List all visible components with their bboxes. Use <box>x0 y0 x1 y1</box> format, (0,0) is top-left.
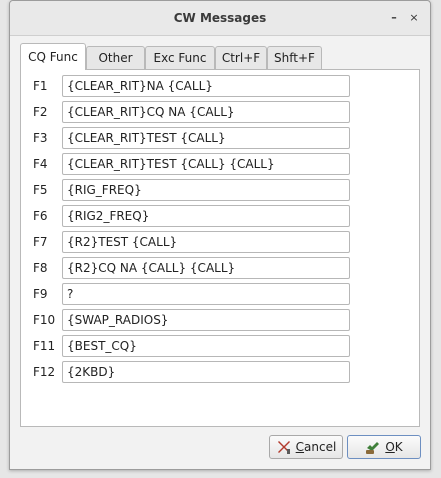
function-key-label: F4 <box>33 157 48 171</box>
title-bar: CW Messages – × <box>10 1 430 36</box>
message-row-f10: F10 {SWAP_RADIOS} <box>33 309 373 331</box>
message-row-f5: F5 {RIG_FREQ} <box>33 179 373 201</box>
function-key-label: F11 <box>33 339 56 353</box>
message-row-f8: F8 {R2}CQ NA {CALL} {CALL} <box>33 257 373 279</box>
cw-messages-window: CW Messages – × CQ Func Other Exc Func C… <box>9 0 431 470</box>
function-key-label: F6 <box>33 209 48 223</box>
ok-label: OK <box>385 440 403 454</box>
close-button[interactable]: × <box>406 10 422 26</box>
message-field-f5[interactable]: {RIG_FREQ} <box>62 179 350 201</box>
message-row-f6: F6 {RIG2_FREQ} <box>33 205 373 227</box>
message-field-f7[interactable]: {R2}TEST {CALL} <box>62 231 350 253</box>
message-field-f8[interactable]: {R2}CQ NA {CALL} {CALL} <box>62 257 350 279</box>
message-row-f3: F3 {CLEAR_RIT}TEST {CALL} <box>33 127 373 149</box>
message-row-f7: F7 {R2}TEST {CALL} <box>33 231 373 253</box>
cancel-label: Cancel <box>295 440 337 454</box>
tab-cq-func[interactable]: CQ Func <box>20 43 86 70</box>
message-field-f9[interactable]: ? <box>62 283 350 305</box>
ok-button[interactable]: OK <box>347 435 421 459</box>
function-key-label: F9 <box>33 287 48 301</box>
message-row-f2: F2 {CLEAR_RIT}CQ NA {CALL} <box>33 101 373 123</box>
function-key-label: F7 <box>33 235 48 249</box>
tab-other[interactable]: Other <box>86 46 145 69</box>
window-title: CW Messages <box>173 11 267 25</box>
message-row-f9: F9 ? <box>33 283 373 305</box>
message-field-f12[interactable]: {2KBD} <box>62 361 350 383</box>
message-field-f3[interactable]: {CLEAR_RIT}TEST {CALL} <box>62 127 350 149</box>
function-key-label: F5 <box>33 183 48 197</box>
message-row-f11: F11 {BEST_CQ} <box>33 335 373 357</box>
minimize-button[interactable]: – <box>386 10 402 26</box>
function-key-label: F3 <box>33 131 48 145</box>
message-field-f4[interactable]: {CLEAR_RIT}TEST {CALL} {CALL} <box>62 153 350 175</box>
cq-func-panel: F1 {CLEAR_RIT}NA {CALL} F2 {CLEAR_RIT}CQ… <box>20 69 420 427</box>
function-key-label: F12 <box>33 365 56 379</box>
x-icon <box>276 439 292 455</box>
function-key-label: F10 <box>33 313 56 327</box>
function-key-label: F8 <box>33 261 48 275</box>
message-row-f4: F4 {CLEAR_RIT}TEST {CALL} {CALL} <box>33 153 373 175</box>
function-key-label: F1 <box>33 79 48 93</box>
tab-shft-f[interactable]: Shft+F <box>267 46 322 69</box>
function-key-label: F2 <box>33 105 48 119</box>
message-row-f12: F12 {2KBD} <box>33 361 373 383</box>
message-row-f1: F1 {CLEAR_RIT}NA {CALL} <box>33 75 373 97</box>
ok-hand-icon <box>365 439 381 455</box>
tab-exc-func[interactable]: Exc Func <box>145 46 215 69</box>
message-field-f6[interactable]: {RIG2_FREQ} <box>62 205 350 227</box>
message-field-f11[interactable]: {BEST_CQ} <box>62 335 350 357</box>
message-field-f10[interactable]: {SWAP_RADIOS} <box>62 309 350 331</box>
message-field-f1[interactable]: {CLEAR_RIT}NA {CALL} <box>62 75 350 97</box>
tab-ctrl-f[interactable]: Ctrl+F <box>215 46 267 69</box>
cancel-button[interactable]: Cancel <box>269 435 343 459</box>
message-field-f2[interactable]: {CLEAR_RIT}CQ NA {CALL} <box>62 101 350 123</box>
